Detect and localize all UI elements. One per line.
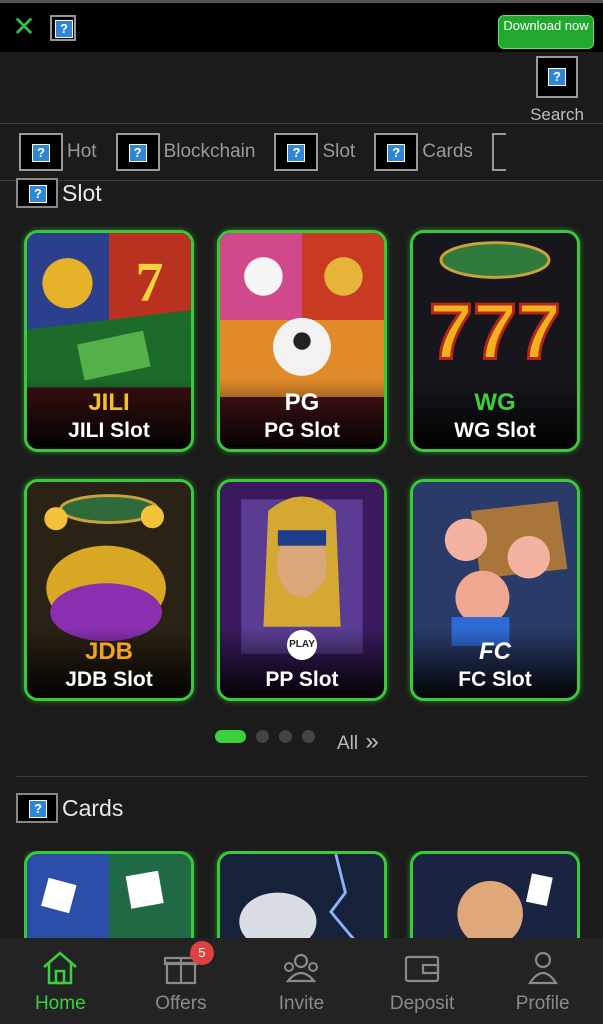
provider-brand: WG	[474, 389, 516, 416]
hot-icon	[19, 133, 63, 171]
nav-label: Invite	[278, 993, 325, 1014]
dice-game-artwork	[27, 854, 191, 941]
tab-blockchain[interactable]: Blockchain	[115, 132, 256, 172]
slot-icon	[274, 133, 319, 171]
invite-icon	[284, 953, 319, 983]
provider-brand: JDB	[84, 638, 133, 665]
search-label: Search	[530, 105, 584, 124]
svg-text:777: 777	[429, 286, 561, 375]
provider-card-jdb[interactable]: JDB JDB Slot	[24, 479, 194, 701]
provider-brand: FC	[479, 638, 511, 665]
cards-icon	[374, 133, 419, 171]
nav-label: Offers	[155, 993, 207, 1014]
offers-count-badge: 5	[189, 941, 214, 965]
provider-name: PP Slot	[265, 668, 339, 691]
nav-deposit[interactable]: Deposit	[367, 947, 477, 1015]
page-dot[interactable]	[256, 730, 269, 743]
section-title-cards: Cards	[16, 793, 123, 823]
section-title-slot: Slot	[16, 178, 102, 208]
tab-slot[interactable]: Slot	[274, 132, 355, 172]
svg-text:7: 7	[136, 252, 164, 314]
provider-name: FC Slot	[458, 668, 532, 691]
page-dot[interactable]	[279, 730, 292, 743]
category-tabs: Hot Blockchain Slot Cards	[0, 124, 603, 180]
provider-name: WG Slot	[454, 419, 536, 442]
cards-provider-card[interactable]	[24, 851, 194, 941]
page-dot-active[interactable]	[215, 730, 246, 743]
app-logo-image	[50, 15, 76, 41]
blockchain-icon	[115, 133, 160, 171]
nav-label: Profile	[515, 993, 570, 1014]
tab-cards[interactable]: Cards	[374, 132, 473, 172]
home-icon	[43, 951, 78, 985]
search-icon	[536, 56, 578, 98]
provider-card-pp[interactable]: PLAY PP Slot	[217, 479, 387, 701]
bottom-navigation: Home 5 Offers Invite Deposit Profile	[0, 938, 603, 1024]
nav-home[interactable]: Home	[5, 947, 115, 1015]
cards-provider-card[interactable]	[217, 851, 387, 941]
tab-label: Cards	[422, 141, 473, 162]
slot-section-icon	[16, 178, 58, 208]
nav-profile[interactable]: Profile	[488, 947, 598, 1015]
tab-hot[interactable]: Hot	[19, 132, 97, 172]
tiger-artwork	[220, 854, 384, 941]
provider-name: JDB Slot	[65, 668, 153, 691]
card-dealer-artwork	[413, 854, 577, 941]
provider-name: PG Slot	[264, 419, 340, 442]
provider-card-pg[interactable]: PG PG Slot	[217, 230, 387, 452]
divider	[16, 776, 587, 777]
provider-card-jili[interactable]: 7 JILI JILI Slot	[24, 230, 194, 452]
tab-overflow-edge	[491, 133, 506, 171]
carousel-pagination	[215, 730, 325, 743]
cards-provider-card[interactable]	[410, 851, 580, 941]
provider-card-wg[interactable]: 777 WG WG Slot	[410, 230, 580, 452]
double-chevron-right-icon: »	[365, 728, 379, 755]
nav-offers[interactable]: 5 Offers	[126, 941, 236, 1015]
view-all-label: All	[337, 733, 359, 754]
cards-section-icon	[16, 793, 58, 823]
cards-provider-row	[24, 851, 580, 941]
search-button[interactable]: Search	[527, 56, 587, 125]
nav-label: Home	[34, 993, 86, 1014]
nav-label: Deposit	[389, 993, 455, 1014]
close-icon[interactable]: ✕	[12, 13, 36, 41]
wallet-icon	[404, 955, 440, 983]
provider-brand: PG	[284, 389, 320, 416]
provider-name: JILI Slot	[68, 419, 150, 442]
section-title-text: Slot	[62, 179, 102, 206]
top-banner: ✕ Download now	[0, 0, 603, 52]
section-title-text: Cards	[62, 794, 124, 821]
provider-card-fc[interactable]: FC FC Slot	[410, 479, 580, 701]
profile-icon	[527, 951, 558, 985]
tab-label: Hot	[67, 141, 97, 162]
provider-brand: JILI	[88, 389, 130, 416]
nav-invite[interactable]: Invite	[246, 947, 356, 1015]
download-now-button[interactable]: Download now	[498, 15, 594, 49]
view-all-link[interactable]: All »	[337, 728, 379, 756]
pp-logo-badge: PLAY	[220, 630, 384, 660]
page-dot[interactable]	[302, 730, 315, 743]
tab-label: Blockchain	[163, 141, 256, 162]
tab-label: Slot	[322, 141, 356, 162]
provider-brand: PLAY	[287, 630, 317, 660]
